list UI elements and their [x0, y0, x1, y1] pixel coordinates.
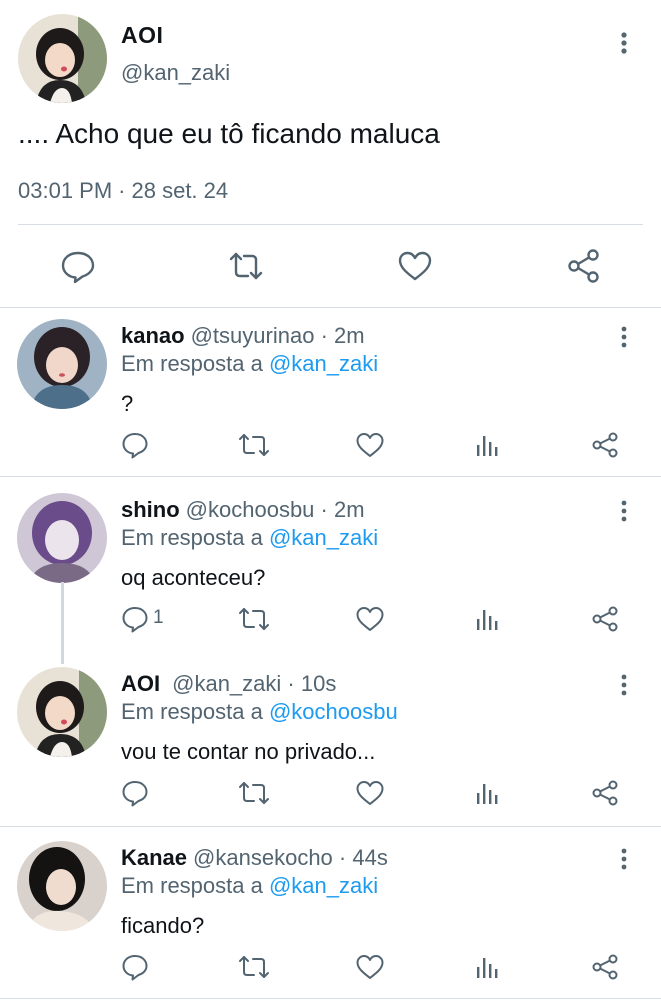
share-icon[interactable] — [590, 431, 620, 459]
like-icon[interactable] — [355, 431, 385, 459]
like-icon[interactable] — [355, 605, 385, 633]
avatar[interactable] — [17, 841, 107, 931]
timestamp-separator: · — [118, 178, 126, 203]
reply-context: Em resposta a @kochoosbu — [121, 699, 398, 725]
reply-time: · 44s — [338, 845, 388, 870]
main-tweet: AOI @kan_zaki .... Acho que eu tô ficand… — [0, 0, 661, 308]
tweet-text: .... Acho que eu tô ficando maluca — [18, 118, 440, 149]
reply-author-name[interactable]: Kanae — [121, 845, 187, 870]
retweet-icon[interactable] — [238, 605, 270, 633]
share-icon[interactable] — [566, 248, 602, 284]
reply-header: shino @kochoosbu · 2m — [121, 497, 365, 523]
like-icon[interactable] — [355, 779, 385, 807]
reply-tweet: AOI @kan_zaki · 10s Em resposta a @kochoo… — [0, 657, 661, 827]
reply-time: · 10s — [287, 671, 337, 696]
views-icon[interactable] — [474, 953, 502, 981]
more-options-icon[interactable] — [615, 499, 633, 523]
reply-tweet: kanao @tsuyurinao · 2m Em resposta a @kan… — [0, 309, 661, 477]
mention-link[interactable]: @kochoosbu — [269, 699, 398, 724]
reply-text: ? — [121, 391, 134, 416]
views-icon[interactable] — [474, 605, 502, 633]
reply-time: · 2m — [320, 497, 365, 522]
retweet-icon[interactable] — [238, 953, 270, 981]
reply-prefix: Em resposta a — [121, 873, 263, 898]
views-icon[interactable] — [474, 779, 502, 807]
tweet-time: 03:01 PM — [18, 178, 113, 203]
more-options-icon[interactable] — [615, 325, 633, 349]
reply-icon[interactable] — [60, 248, 96, 284]
reply-header: kanao @tsuyurinao · 2m — [121, 323, 365, 349]
reply-icon[interactable] — [121, 953, 171, 981]
avatar[interactable] — [17, 667, 107, 757]
reply-prefix: Em resposta a — [121, 525, 263, 550]
reply-icon[interactable] — [121, 431, 171, 459]
like-icon[interactable] — [397, 248, 433, 284]
mention-link[interactable]: @kan_zaki — [269, 873, 378, 898]
reply-prefix: Em resposta a — [121, 699, 263, 724]
avatar[interactable] — [18, 14, 107, 103]
more-options-icon[interactable] — [615, 847, 633, 871]
reply-author-handle[interactable]: @kochoosbu — [186, 497, 315, 522]
thread-connector-line — [61, 582, 64, 664]
reply-icon[interactable]: 1 — [121, 605, 171, 633]
reply-context: Em resposta a @kan_zaki — [121, 525, 378, 551]
reply-author-name[interactable]: kanao — [121, 323, 185, 348]
share-icon[interactable] — [590, 953, 620, 981]
mention-link[interactable]: @kan_zaki — [269, 351, 378, 376]
retweet-icon[interactable] — [238, 779, 270, 807]
reply-author-name[interactable]: AOI — [121, 671, 160, 696]
author-name[interactable]: AOI — [121, 22, 163, 49]
like-icon[interactable] — [355, 953, 385, 981]
reply-context: Em resposta a @kan_zaki — [121, 873, 378, 899]
reply-text: ficando? — [121, 913, 205, 938]
reply-text: oq aconteceu? — [121, 565, 266, 590]
avatar[interactable] — [17, 319, 107, 409]
reply-icon[interactable] — [121, 779, 171, 807]
views-icon[interactable] — [474, 431, 502, 459]
reply-author-handle[interactable]: @tsuyurinao — [191, 323, 315, 348]
more-options-icon[interactable] — [615, 30, 633, 56]
reply-header: AOI @kan_zaki · 10s — [121, 671, 336, 697]
avatar[interactable] — [17, 493, 107, 583]
author-handle[interactable]: @kan_zaki — [121, 60, 230, 86]
reply-tweet: Kanae @kansekocho · 44s Em resposta a @ka… — [0, 831, 661, 999]
reply-author-name[interactable]: shino — [121, 497, 180, 522]
tweet-date: 28 set. 24 — [131, 178, 229, 203]
tweet-timestamp: 03:01 PM · 28 set. 24 — [18, 178, 228, 204]
more-options-icon[interactable] — [615, 673, 633, 697]
reply-header: Kanae @kansekocho · 44s — [121, 845, 388, 871]
reply-count: 1 — [153, 607, 164, 628]
reply-text: vou te contar no privado... — [121, 739, 376, 764]
share-icon[interactable] — [590, 605, 620, 633]
divider — [18, 224, 643, 225]
reply-tweet: shino @kochoosbu · 2m Em resposta a @kan_… — [0, 483, 661, 649]
reply-prefix: Em resposta a — [121, 351, 263, 376]
retweet-icon[interactable] — [228, 248, 264, 284]
share-icon[interactable] — [590, 779, 620, 807]
reply-author-handle[interactable]: @kansekocho — [193, 845, 333, 870]
retweet-icon[interactable] — [238, 431, 270, 459]
reply-author-handle[interactable]: @kan_zaki — [172, 671, 281, 696]
reply-context: Em resposta a @kan_zaki — [121, 351, 378, 377]
mention-link[interactable]: @kan_zaki — [269, 525, 378, 550]
reply-time: · 2m — [320, 323, 365, 348]
